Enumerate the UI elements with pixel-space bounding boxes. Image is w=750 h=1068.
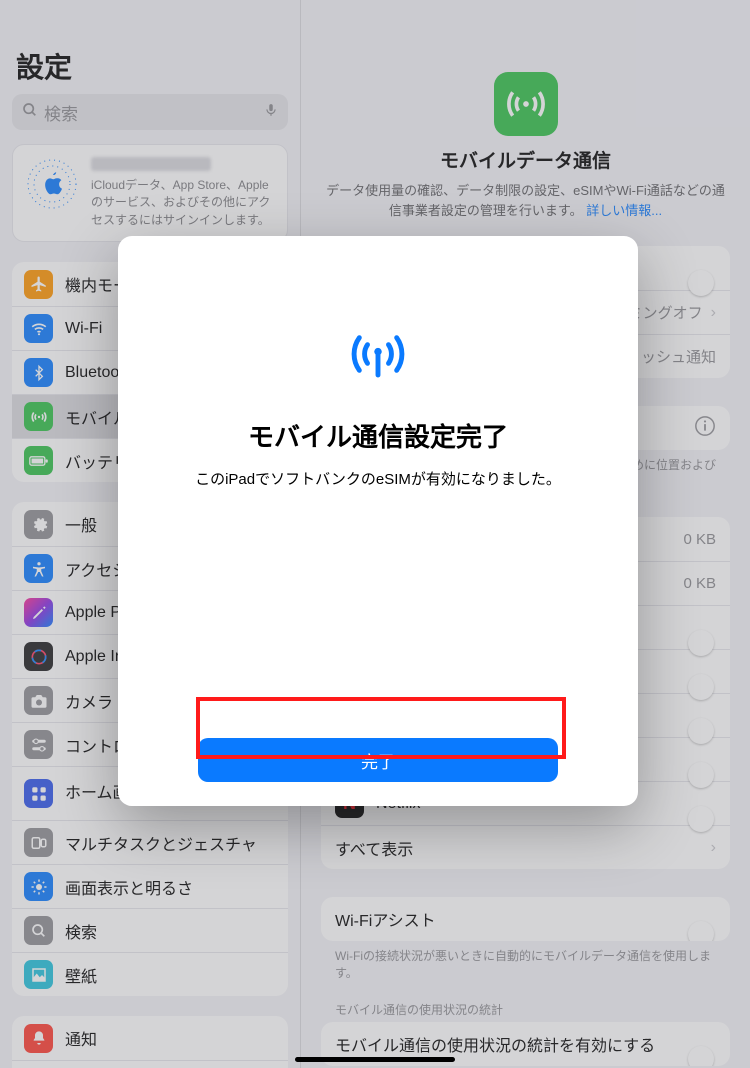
home-indicator[interactable]: [295, 1057, 455, 1062]
done-button[interactable]: 完了: [198, 738, 558, 782]
modal-title: モバイル通信設定完了: [248, 417, 508, 454]
esim-complete-modal: モバイル通信設定完了 このiPadでソフトバンクのeSIMが有効になりました。 …: [118, 236, 638, 806]
antenna-icon: [350, 326, 406, 387]
modal-body: このiPadでソフトバンクのeSIMが有効になりました。: [195, 468, 561, 489]
